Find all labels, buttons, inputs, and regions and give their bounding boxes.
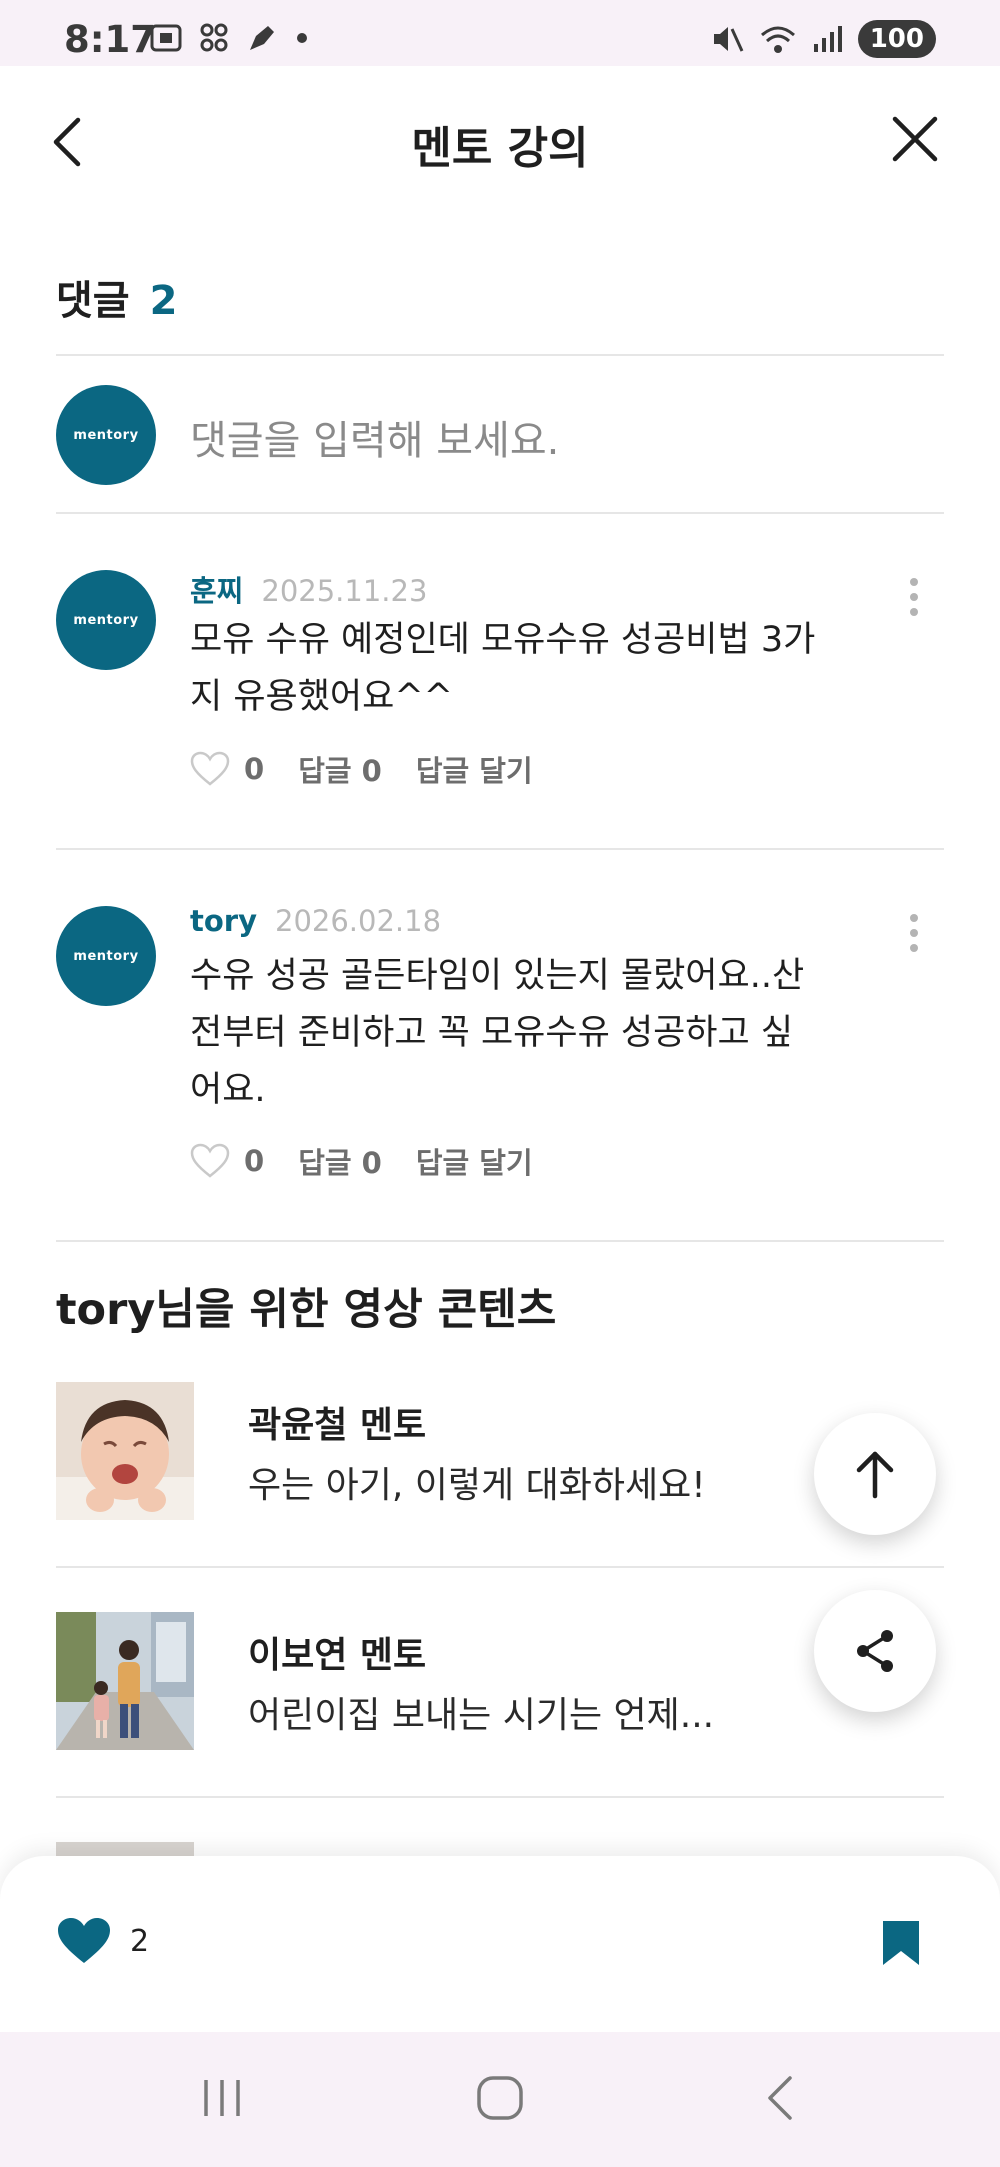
status-icons-right: 100 <box>710 20 936 58</box>
system-navigation-bar <box>0 2032 1000 2167</box>
mute-icon <box>713 27 744 52</box>
heart-outline-icon[interactable] <box>190 751 230 787</box>
bookmark-icon <box>883 1921 919 1965</box>
comment-author-name: tory <box>190 904 257 938</box>
mother-child-walking-image <box>56 1612 194 1750</box>
recent-apps-icon <box>204 2080 240 2116</box>
divider <box>56 848 944 850</box>
heart-outline-icon[interactable] <box>190 1143 230 1179</box>
comment-text: 수유 성공 골든타임이 있는지 몰랐어요..산 전부터 준비하고 꼭 모유수유 … <box>190 948 850 1119</box>
comments-heading: 댓글 2 <box>56 268 177 326</box>
home-button[interactable] <box>476 2074 524 2126</box>
crying-baby-image <box>56 1382 194 1520</box>
bookmark-button[interactable] <box>880 1918 922 1972</box>
like-count: 0 <box>244 752 265 786</box>
close-icon <box>892 116 938 162</box>
reply-count[interactable]: 답글 0 <box>298 1140 382 1182</box>
comment-line: 전부터 준비하고 꼭 모유수유 성공하고 싶 <box>190 1013 794 1053</box>
comment-author[interactable]: 훈찌 2025.11.23 <box>190 568 427 610</box>
like-count: 2 <box>130 1923 150 1959</box>
avatar-logo: mentory <box>73 948 139 964</box>
divider <box>56 1796 944 1798</box>
screenshot-icon <box>150 24 182 52</box>
video-mentor[interactable]: 이보연 멘토 <box>248 1626 426 1678</box>
share-button[interactable] <box>814 1590 936 1712</box>
video-thumbnail[interactable] <box>56 1382 194 1520</box>
comment-input[interactable]: 댓글을 입력해 보세요. <box>190 408 559 466</box>
comment-author-name: 훈찌 <box>190 574 244 608</box>
header: 멘토 강의 <box>0 66 1000 216</box>
comments-count: 2 <box>149 278 178 324</box>
comments-label: 댓글 <box>56 278 130 324</box>
reply-button[interactable]: 답글 달기 <box>416 748 533 790</box>
comment-date: 2026.02.18 <box>275 904 442 938</box>
system-back-button[interactable] <box>760 2074 800 2126</box>
avatar: mentory <box>56 570 156 670</box>
dot-icon <box>297 33 307 43</box>
avatar: mentory <box>56 906 156 1006</box>
comment-author[interactable]: tory 2026.02.18 <box>190 904 441 938</box>
like-button[interactable]: 2 <box>56 1916 149 1966</box>
pen-icon <box>250 26 274 50</box>
close-button[interactable] <box>890 114 946 170</box>
more-options-button[interactable] <box>908 914 920 952</box>
reply-button[interactable]: 답글 달기 <box>416 1140 533 1182</box>
battery-indicator: 100 <box>857 20 936 58</box>
avatar-logo: mentory <box>73 612 139 628</box>
video-mentor[interactable]: 곽윤철 멘토 <box>248 1396 426 1448</box>
video-title[interactable]: 우는 아기, 이렇게 대화하세요! <box>248 1456 706 1508</box>
status-bar: 8:17 100 <box>0 0 1000 66</box>
video-thumbnail[interactable] <box>56 1842 194 1856</box>
status-time: 8:17 <box>64 18 157 61</box>
comment-text: 모유 수유 예정인데 모유수유 성공비법 3가 지 유용했어요^^ <box>190 612 850 726</box>
qr-icon <box>200 23 228 52</box>
comment-line: 지 유용했어요^^ <box>190 677 453 717</box>
share-icon <box>857 1630 893 1672</box>
more-options-button[interactable] <box>908 578 920 616</box>
back-icon <box>768 2076 792 2120</box>
comment-actions: 0 답글 0 답글 달기 <box>190 748 533 790</box>
divider <box>56 354 944 356</box>
bottom-action-bar: 2 <box>0 1856 1000 2032</box>
comment-line: 어요. <box>190 1070 266 1110</box>
video-title[interactable]: 어린이집 보내는 시기는 언제... <box>248 1686 714 1738</box>
status-icons-left <box>150 22 308 54</box>
divider <box>56 1566 944 1568</box>
signal-icon <box>813 26 842 52</box>
arrow-up-icon <box>856 1451 894 1499</box>
comment-date: 2025.11.23 <box>261 574 428 608</box>
divider <box>56 1240 944 1242</box>
avatar: mentory <box>56 385 156 485</box>
scroll-top-button[interactable] <box>814 1413 936 1535</box>
comment-actions: 0 답글 0 답글 달기 <box>190 1140 533 1182</box>
recent-apps-button[interactable] <box>198 2074 246 2126</box>
comment-line: 모유 수유 예정인데 모유수유 성공비법 3가 <box>190 620 816 660</box>
heart-icon <box>58 1918 110 1963</box>
divider <box>56 512 944 514</box>
wifi-icon <box>760 26 795 53</box>
video-section-title: tory님을 위한 영상 콘텐츠 <box>56 1285 557 1335</box>
comment-line: 수유 성공 골든타임이 있는지 몰랐어요..산 <box>190 956 805 996</box>
avatar-logo: mentory <box>73 427 139 443</box>
reply-count[interactable]: 답글 0 <box>298 748 382 790</box>
home-icon <box>477 2076 523 2120</box>
page-title: 멘토 강의 <box>411 123 589 174</box>
like-count: 0 <box>244 1144 265 1178</box>
video-thumbnail[interactable] <box>56 1612 194 1750</box>
